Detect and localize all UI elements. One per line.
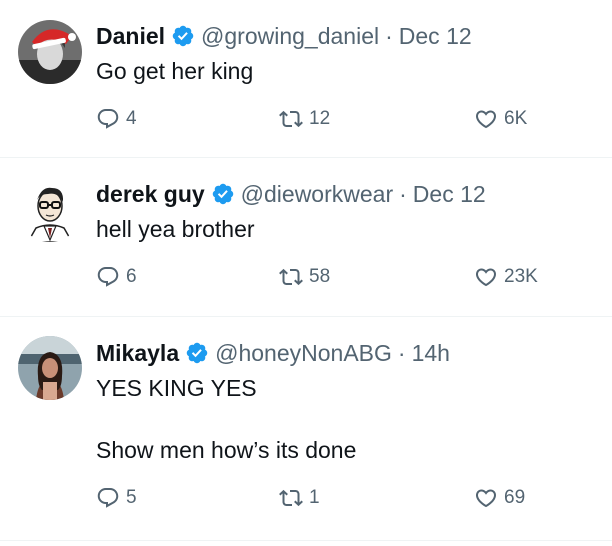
verified-badge-icon — [185, 341, 209, 365]
heart-icon — [474, 265, 498, 289]
tweet-actions: 6 58 23K — [96, 265, 596, 295]
repost-icon — [279, 486, 303, 510]
repost-count: 12 — [309, 108, 331, 129]
avatar[interactable] — [18, 20, 82, 84]
repost-button[interactable]: 58 — [279, 265, 330, 289]
author-name[interactable]: Daniel — [96, 21, 165, 51]
reply-icon — [96, 486, 120, 510]
verified-badge-icon — [171, 24, 195, 48]
tweet-date[interactable]: 14h — [412, 338, 450, 368]
tweet-header: Mikayla @honeyNonABG · 14h — [96, 338, 450, 368]
like-button[interactable]: 23K — [474, 265, 538, 289]
repost-count: 1 — [309, 487, 320, 508]
author-handle[interactable]: @growing_daniel — [201, 21, 379, 51]
heart-icon — [474, 486, 498, 510]
tweet-text: Go get her king — [96, 58, 254, 84]
repost-icon — [279, 107, 303, 131]
reply-button[interactable]: 4 — [96, 107, 137, 131]
author-name[interactable]: derek guy — [96, 179, 205, 209]
separator-dot: · — [399, 181, 407, 207]
avatar[interactable] — [18, 178, 82, 242]
tweet-text-line: YES KING YES — [96, 375, 257, 401]
like-count: 6K — [504, 108, 528, 129]
reply-count: 4 — [126, 108, 137, 129]
tweet-feed: Daniel @growing_daniel · Dec 12 Go get h… — [0, 0, 612, 546]
reply-button[interactable]: 6 — [96, 265, 137, 289]
repost-button[interactable]: 12 — [279, 107, 330, 131]
reply-icon — [96, 265, 120, 289]
tweet-text-line: Show men how’s its done — [96, 437, 357, 463]
repost-button[interactable]: 1 — [279, 486, 320, 510]
heart-icon — [474, 107, 498, 131]
tweet[interactable]: Mikayla @honeyNonABG · 14h YES KING YES … — [0, 317, 612, 546]
author-name[interactable]: Mikayla — [96, 338, 179, 368]
like-button[interactable]: 6K — [474, 107, 527, 131]
like-count: 23K — [504, 266, 538, 287]
tweet-date[interactable]: Dec 12 — [413, 179, 486, 209]
tweet-divider — [0, 540, 612, 541]
verified-badge-icon — [211, 182, 235, 206]
repost-count: 58 — [309, 266, 331, 287]
like-button[interactable]: 69 — [474, 486, 525, 510]
tweet-text: hell yea brother — [96, 216, 255, 242]
author-handle[interactable]: @dieworkwear — [241, 179, 393, 209]
avatar[interactable] — [18, 336, 82, 400]
tweet-header: Daniel @growing_daniel · Dec 12 — [96, 21, 472, 51]
tweet-date[interactable]: Dec 12 — [399, 21, 472, 51]
avatar-illustration-icon — [18, 178, 82, 242]
repost-icon — [279, 265, 303, 289]
avatar-photo-icon — [18, 336, 82, 400]
avatar-photo-icon — [18, 20, 82, 84]
reply-button[interactable]: 5 — [96, 486, 137, 510]
tweet[interactable]: derek guy @dieworkwear · Dec 12 hell yea… — [0, 158, 612, 316]
reply-count: 6 — [126, 266, 137, 287]
tweet[interactable]: Daniel @growing_daniel · Dec 12 Go get h… — [0, 0, 612, 158]
tweet-header: derek guy @dieworkwear · Dec 12 — [96, 179, 486, 209]
author-handle[interactable]: @honeyNonABG — [215, 338, 392, 368]
separator-dot: · — [397, 340, 406, 366]
tweet-actions: 4 12 6K — [96, 107, 596, 137]
tweet-actions: 5 1 69 — [96, 486, 596, 516]
reply-count: 5 — [126, 487, 137, 508]
reply-icon — [96, 107, 120, 131]
separator-dot: · — [385, 23, 393, 49]
like-count: 69 — [504, 487, 526, 508]
